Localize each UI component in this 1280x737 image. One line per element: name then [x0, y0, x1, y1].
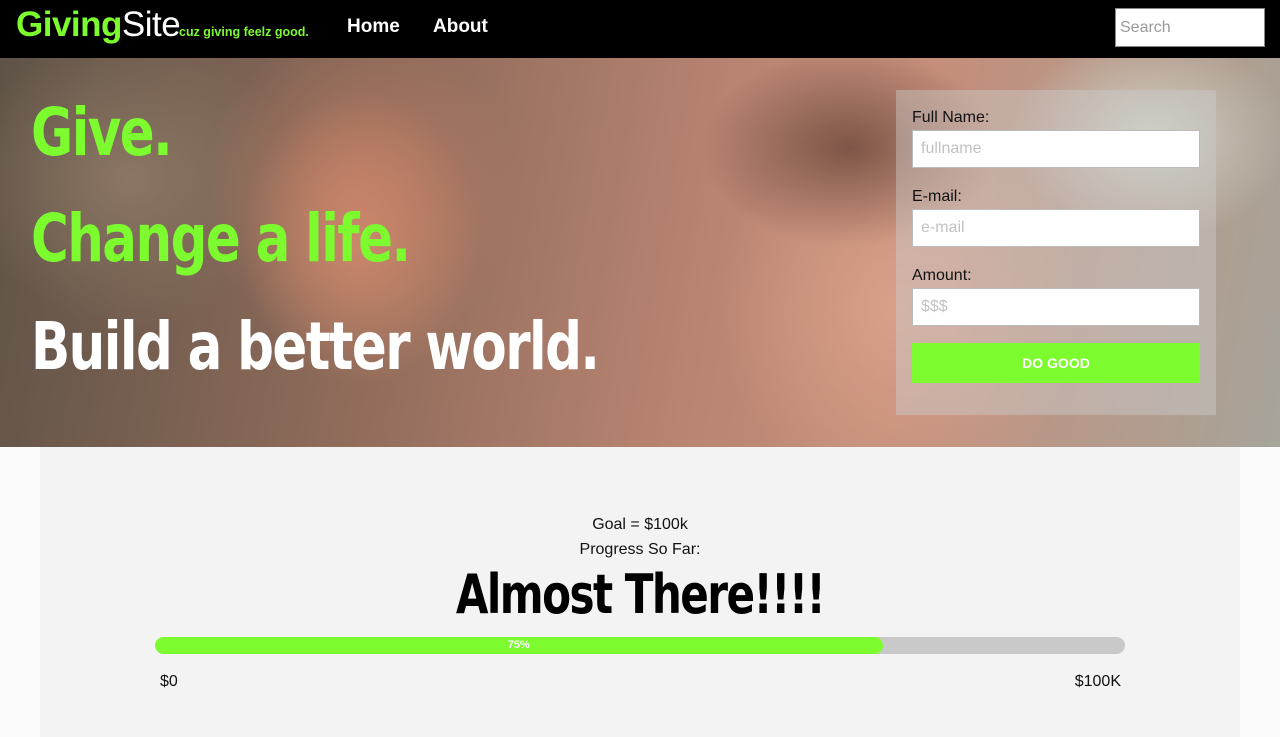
amount-input[interactable]: [912, 288, 1200, 326]
email-input[interactable]: [912, 209, 1200, 247]
logo-site: Site: [121, 5, 181, 44]
donation-form: Full Name: E-mail: Amount: DO GOOD: [896, 90, 1216, 415]
logo[interactable]: GivingSite: [16, 5, 181, 45]
fullname-input[interactable]: [912, 130, 1200, 168]
search-input[interactable]: [1115, 8, 1265, 47]
hero-line-change: Change a life.: [31, 200, 411, 277]
progress-panel: Goal = $100k Progress So Far: Almost The…: [40, 447, 1240, 737]
tagline: cuz giving feelz good.: [179, 25, 309, 39]
email-label: E-mail:: [912, 188, 962, 205]
logo-giving: Giving: [16, 5, 122, 44]
do-good-button[interactable]: DO GOOD: [912, 343, 1200, 383]
progress-so-far-label: Progress So Far:: [579, 541, 701, 558]
hero-line-give: Give.: [31, 94, 173, 171]
progress-headline: Almost There!!!!: [455, 563, 826, 626]
progress-max-label: $100K: [1074, 673, 1121, 690]
goal-text: Goal = $100k: [592, 516, 688, 533]
nav-about-link[interactable]: About: [433, 16, 488, 38]
progress-bar: 75%: [155, 637, 1125, 654]
nav-home-link[interactable]: Home: [347, 16, 400, 38]
progress-percent-label: 75%: [507, 639, 530, 651]
progress-min-label: $0: [160, 673, 178, 690]
hero-banner: Give. Change a life. Build a better worl…: [0, 58, 1280, 447]
top-nav: GivingSite cuz giving feelz good. Home A…: [0, 0, 1280, 58]
hero-line-build: Build a better world.: [31, 308, 600, 385]
amount-label: Amount:: [912, 267, 972, 284]
fullname-label: Full Name:: [912, 109, 990, 126]
